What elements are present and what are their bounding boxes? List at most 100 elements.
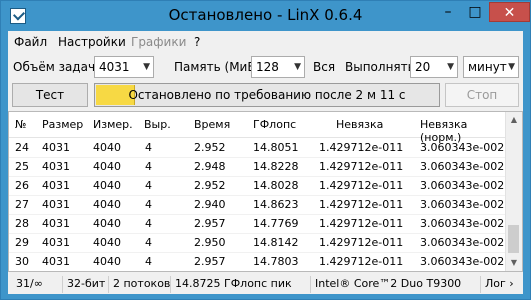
run-count-combo[interactable]: 20 ▼: [410, 56, 458, 78]
cell-gflops: 14.8623: [253, 198, 299, 211]
cell-dimension: 4040: [93, 236, 121, 249]
cell-dimension: 4040: [93, 198, 121, 211]
cell-residual: 1.429712e-011: [319, 141, 404, 154]
scrollbar-thumb[interactable]: [508, 225, 519, 253]
cell-time: 2.957: [194, 217, 226, 230]
all-memory-label[interactable]: Вся: [313, 60, 335, 74]
status-bar: 31/∞ 32-бит 2 потоков 14.8725 ГФлопс пик…: [8, 274, 523, 294]
cell-gflops: 14.8142: [253, 236, 299, 249]
status-threads: 2 потоков: [108, 276, 170, 293]
table-row[interactable]: 314031404042.94714.82601.429712e-0113.06…: [9, 271, 507, 272]
cell-size: 4031: [42, 236, 70, 249]
cell-size: 4031: [42, 179, 70, 192]
cell-residual: 1.429712e-011: [319, 160, 404, 173]
run-label: Выполнять:: [345, 60, 419, 74]
cell-size: 4031: [42, 141, 70, 154]
problem-size-value: 4031: [99, 60, 130, 74]
cell-alignment: 4: [145, 160, 152, 173]
cell-dimension: 4040: [93, 217, 121, 230]
cell-alignment: 4: [145, 217, 152, 230]
cell-alignment: 4: [145, 179, 152, 192]
parameters-row: Объём задачи: 4031 ▼ Память (МиБ): 128 ▼…: [8, 55, 523, 81]
chevron-down-icon: ▼: [143, 62, 150, 72]
cell-gflops: 14.8228: [253, 160, 299, 173]
table-row[interactable]: 28 4031 4040 4 2.957 14.7769 1.429712e-011 3.06…: [9, 214, 507, 234]
column-header-dimension[interactable]: Измер.: [93, 118, 133, 131]
cell-size: 4031: [42, 255, 70, 268]
stop-button[interactable]: Стоп: [445, 83, 519, 107]
cell-residual: 1.429712e-011: [319, 217, 404, 230]
menu-settings[interactable]: Настройки: [58, 35, 126, 49]
table-row[interactable]: 26 4031 4040 4 2.952 14.8028 1.429712e-011 3.06…: [9, 176, 507, 196]
menu-file[interactable]: Файл: [14, 35, 47, 49]
cell-dimension: 4040: [93, 141, 121, 154]
column-header-residual[interactable]: Невязка: [336, 118, 383, 131]
status-cpu: Intel® Core™2 Duo T9300: [310, 276, 480, 293]
cell-time: 2.952: [194, 179, 226, 192]
table-row[interactable]: 27 4031 4040 4 2.940 14.8623 1.429712e-011 3.06…: [9, 195, 507, 215]
title-bar[interactable]: Остановлено - LinX 0.6.4 – □ ✕: [1, 1, 530, 31]
scroll-up-icon[interactable]: ▲: [506, 112, 522, 128]
cell-gflops: 14.8051: [253, 141, 299, 154]
cell-residual: 1.429712e-011: [319, 198, 404, 211]
column-header-number[interactable]: №: [15, 118, 26, 131]
cell-residual-norm: 3.060343e-002: [420, 160, 505, 173]
cell-dimension: 4040: [93, 160, 121, 173]
cell-gflops: 14.7769: [253, 217, 299, 230]
progress-bar: Остановлено по требованию после 2 м 11 с: [94, 83, 440, 107]
cell-number: 26: [15, 179, 29, 192]
cell-size: 4031: [42, 160, 70, 173]
status-bits: 32-бит: [62, 276, 108, 293]
app-window: Остановлено - LinX 0.6.4 – □ ✕ Файл Наст…: [0, 0, 531, 300]
menu-graphs[interactable]: Графики: [131, 35, 186, 49]
log-button[interactable]: Лог ›: [480, 276, 523, 293]
results-table[interactable]: № Размер Измер. Выр. Время ГФлопс Невязк…: [8, 111, 523, 272]
cell-number: 24: [15, 141, 29, 154]
chevron-down-icon: ▼: [294, 62, 301, 72]
cell-size: 4031: [42, 198, 70, 211]
column-header-alignment[interactable]: Выр.: [144, 118, 171, 131]
test-button[interactable]: Тест: [12, 83, 88, 107]
status-runs: 31/∞: [16, 277, 43, 290]
table-header: № Размер Измер. Выр. Время ГФлопс Невязк…: [9, 112, 507, 144]
column-header-size[interactable]: Размер: [42, 118, 83, 131]
cell-residual: 1.429712e-011: [319, 255, 404, 268]
cell-time: 2.948: [194, 160, 226, 173]
table-row[interactable]: 30 4031 4040 4 2.957 14.7803 1.429712e-011 3.06…: [9, 252, 507, 271]
cell-residual-norm: 3.060343e-002: [420, 217, 505, 230]
column-header-time[interactable]: Время: [194, 118, 230, 131]
cell-dimension: 4040: [93, 179, 121, 192]
cell-time: 2.957: [194, 255, 226, 268]
cell-time: 2.950: [194, 236, 226, 249]
cell-number: 29: [15, 236, 29, 249]
cell-dimension: 4040: [93, 255, 121, 268]
cell-residual-norm: 3.060343e-002: [420, 179, 505, 192]
memory-combo[interactable]: 128 ▼: [251, 56, 305, 78]
cell-gflops: 14.7803: [253, 255, 299, 268]
table-row[interactable]: 25 4031 4040 4 2.948 14.8228 1.429712e-011 3.06…: [9, 157, 507, 177]
client-area: Файл Настройки Графики ? Объём задачи: 4…: [8, 31, 523, 294]
cell-number: 30: [15, 255, 29, 268]
maximize-button[interactable]: □: [462, 2, 488, 22]
menu-help[interactable]: ?: [194, 35, 200, 49]
cell-number: 27: [15, 198, 29, 211]
cell-time: 2.952: [194, 141, 226, 154]
column-header-gflops[interactable]: ГФлопс: [253, 118, 296, 131]
cell-alignment: 4: [145, 141, 152, 154]
status-peak-gflops: 14.8725 ГФлопс пик: [170, 276, 310, 293]
scroll-down-icon[interactable]: ▼: [506, 255, 522, 271]
cell-residual-norm: 3.060343e-002: [420, 236, 505, 249]
cell-residual-norm: 3.060343e-002: [420, 255, 505, 268]
table-row[interactable]: 29 4031 4040 4 2.950 14.8142 1.429712e-011 3.06…: [9, 233, 507, 253]
action-row: Тест Остановлено по требованию после 2 м…: [8, 82, 523, 110]
problem-size-combo[interactable]: 4031 ▼: [94, 56, 154, 78]
table-row[interactable]: 24 4031 4040 4 2.952 14.8051 1.429712e-011 3.06…: [9, 138, 507, 158]
cell-alignment: 4: [145, 236, 152, 249]
close-button[interactable]: ✕: [489, 2, 530, 22]
vertical-scrollbar[interactable]: ▲ ▼: [505, 112, 522, 271]
progress-status-text: Остановлено по требованию после 2 м 11 с: [128, 88, 406, 102]
memory-value: 128: [256, 60, 279, 74]
run-unit-combo[interactable]: минут ▼: [463, 56, 519, 78]
minimize-button[interactable]: –: [435, 2, 461, 22]
cell-residual: 1.429712e-011: [319, 236, 404, 249]
